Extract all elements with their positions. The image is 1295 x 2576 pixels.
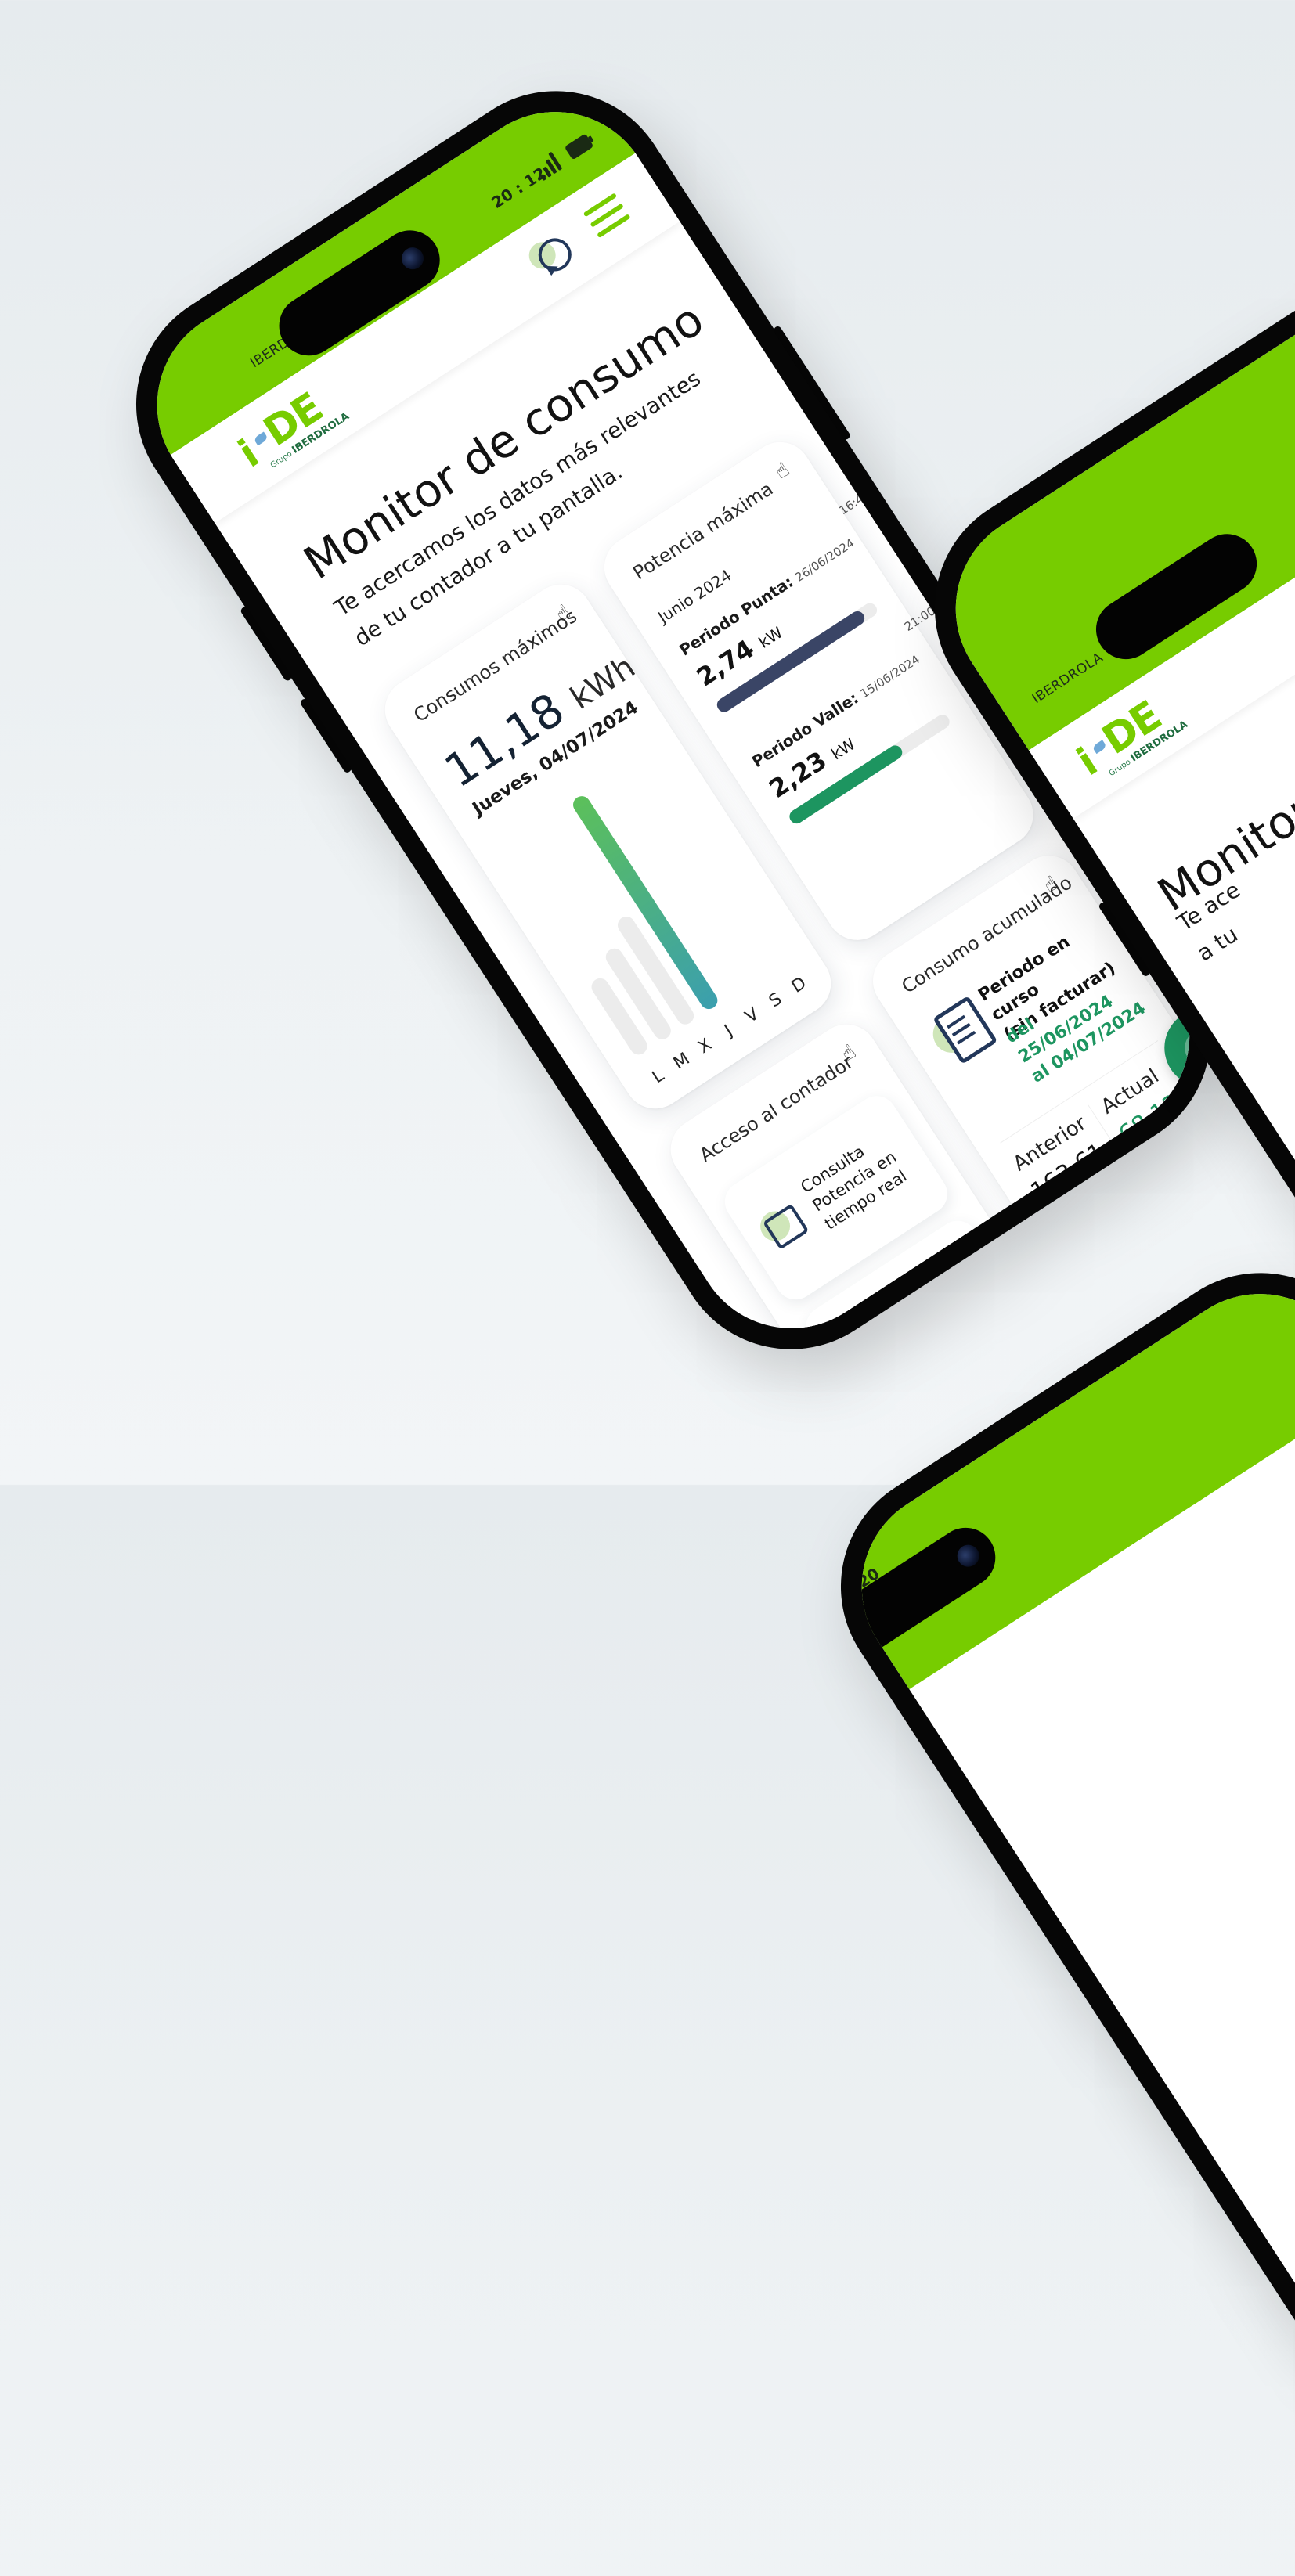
meter-display-icon <box>754 1198 815 1258</box>
hamburger-menu-icon[interactable] <box>583 193 633 242</box>
day-label-M: M <box>669 1049 694 1074</box>
day-label-V: V <box>741 1004 763 1028</box>
bar-J <box>569 792 721 1013</box>
day-label-L: L <box>648 1065 668 1088</box>
consulta-potencia-label: Consulta Potencia en tiempo real <box>797 1141 911 1234</box>
carrier-label-secondary: IBERDROLA <box>1029 650 1106 708</box>
front-camera-third <box>953 1540 984 1572</box>
chat-bubble-icon[interactable] <box>522 224 585 286</box>
pointer-hand-icon: ☝ <box>770 457 795 485</box>
day-label-X: X <box>694 1034 716 1058</box>
potencia-title: Potencia máxima <box>629 477 777 585</box>
status-bar-third: 20 <box>824 1256 1295 1690</box>
logo-leaf-icon <box>1091 740 1107 755</box>
day-label-D: D <box>788 973 810 997</box>
dynamic-island-third <box>824 1516 1007 1665</box>
phone-third: 20 <box>795 1227 1295 2576</box>
phone-screen-third: 20 <box>824 1256 1295 2549</box>
day-label-J: J <box>721 1021 737 1041</box>
consulta-consumo-label: Consulta consumo del día en curso <box>878 1266 997 1359</box>
front-camera <box>397 243 428 274</box>
bar-chart-icon <box>835 1323 896 1367</box>
punta-hour: 16:45h <box>836 483 879 518</box>
logo-leaf-icon <box>253 431 269 446</box>
day-label-S: S <box>765 989 786 1012</box>
anterior-column: Anterior 163,61 kWh <box>1008 1111 1110 1220</box>
battery-charging-icon <box>564 133 594 160</box>
